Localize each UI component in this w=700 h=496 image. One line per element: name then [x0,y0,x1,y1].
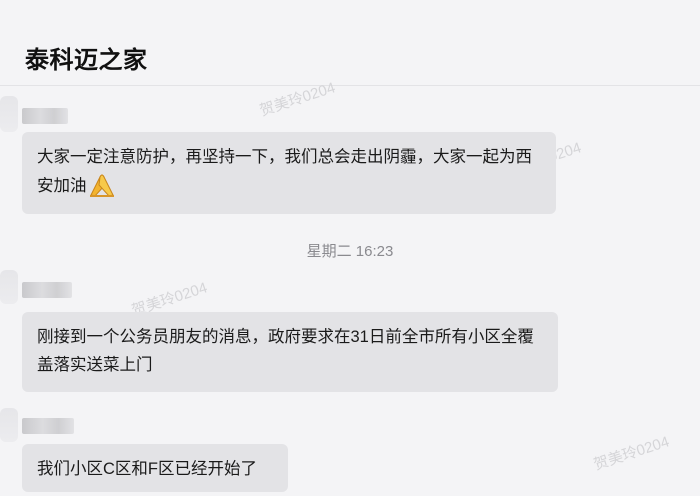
message-text: 刚接到一个公务员朋友的消息，政府要求在31日前全市所有小区全覆盖落实送菜上门 [37,328,534,374]
message-bubble[interactable]: 刚接到一个公务员朋友的消息，政府要求在31日前全市所有小区全覆盖落实送菜上门 [22,312,558,392]
message-text: 我们小区C区和F区已经开始了 [37,460,257,478]
watermark: 贺美玲0204 [591,433,672,474]
avatar[interactable] [0,96,18,132]
timestamp: 星期二 16:23 [306,243,394,260]
message-bubble[interactable]: 我们小区C区和F区已经开始了 [22,444,288,492]
sender-name [22,282,72,298]
sender-name [22,418,74,434]
sender-name [22,108,68,124]
chat-header: 泰科迈之家 [0,0,700,86]
chat-title: 泰科迈之家 [25,47,148,74]
message-bubble[interactable]: 大家一定注意防护，再坚持一下，我们总会走出阴霾，大家一起为西安加油 [22,132,556,214]
avatar[interactable] [0,408,18,442]
hands-icon [87,171,117,197]
avatar[interactable] [0,270,18,304]
